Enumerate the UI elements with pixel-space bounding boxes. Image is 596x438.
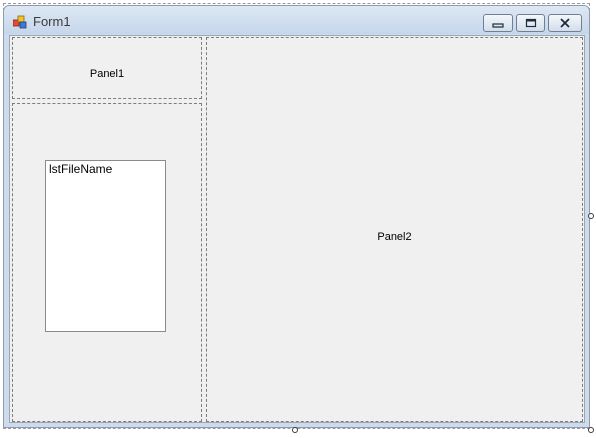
resize-handle-bottom[interactable] bbox=[292, 427, 298, 433]
listbox-name-label: lstFileName bbox=[49, 162, 113, 176]
maximize-button[interactable] bbox=[516, 14, 545, 32]
panel2-label: Panel2 bbox=[377, 231, 412, 243]
close-icon bbox=[549, 18, 581, 28]
resize-handle-right[interactable] bbox=[588, 213, 594, 219]
file-name-listbox[interactable]: lstFileName bbox=[45, 160, 166, 332]
panel3[interactable]: lstFileName bbox=[12, 103, 202, 422]
minimize-button[interactable] bbox=[483, 14, 513, 32]
close-button[interactable] bbox=[548, 14, 582, 32]
panel2[interactable]: Panel2 bbox=[206, 37, 583, 422]
maximize-icon bbox=[517, 18, 544, 28]
form-window: Form1 Panel1 lstFileName Panel2 bbox=[3, 5, 590, 428]
panel1[interactable]: Panel1 bbox=[12, 37, 202, 99]
resize-handle-corner[interactable] bbox=[588, 427, 594, 433]
panel1-label: Panel1 bbox=[89, 68, 125, 80]
title-bar[interactable]: Form1 bbox=[4, 6, 589, 34]
window-title: Form1 bbox=[33, 14, 71, 29]
form-client-area[interactable]: Panel1 lstFileName Panel2 bbox=[9, 35, 585, 423]
minimize-icon bbox=[484, 18, 512, 28]
form-icon bbox=[13, 15, 27, 29]
